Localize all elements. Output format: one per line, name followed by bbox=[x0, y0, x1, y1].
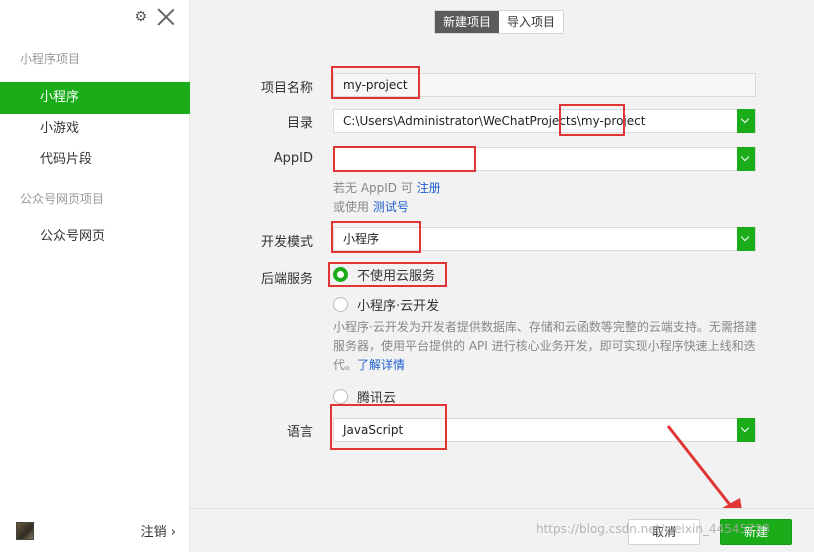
language-value: JavaScript bbox=[343, 423, 404, 437]
radio-tencent-cloud[interactable]: 腾讯云 bbox=[333, 387, 396, 406]
sidebar-top-icons: ⚙ bbox=[134, 8, 175, 26]
footer-bar: 取消 新建 bbox=[190, 508, 814, 552]
project-name-label: 项目名称 bbox=[260, 81, 313, 96]
backend-label: 后端服务 bbox=[260, 272, 313, 287]
sidebar-item-minigame[interactable]: 小游戏 bbox=[0, 113, 190, 145]
project-name-input[interactable]: my-project bbox=[333, 73, 756, 97]
appid-hint-test: 或使用 测试号 bbox=[333, 198, 409, 215]
sidebar-item-miniprogram[interactable]: 小程序 bbox=[0, 82, 190, 114]
dev-mode-value: 小程序 bbox=[343, 232, 380, 246]
directory-label: 目录 bbox=[286, 116, 313, 131]
sidebar-item-code-snippet[interactable]: 代码片段 bbox=[0, 144, 190, 176]
group-title-miniprogram: 小程序项目 bbox=[20, 52, 81, 66]
radio-cloud-dev-label: 小程序·云开发 bbox=[357, 299, 440, 314]
hint-text: 若无 AppID 可 bbox=[333, 181, 417, 195]
radio-unchecked-icon bbox=[333, 297, 348, 312]
learn-more-link[interactable]: 了解详情 bbox=[357, 358, 405, 372]
create-button[interactable]: 新建 bbox=[720, 519, 792, 545]
chevron-down-icon[interactable] bbox=[737, 147, 755, 171]
directory-input[interactable]: C:\Users\Administrator\WeChatProjects\my… bbox=[333, 109, 756, 133]
radio-no-cloud[interactable]: 不使用云服务 bbox=[333, 265, 435, 284]
chevron-down-icon[interactable] bbox=[737, 227, 755, 251]
radio-unchecked-icon bbox=[333, 389, 348, 404]
directory-value: C:\Users\Administrator\WeChatProjects\my… bbox=[343, 114, 646, 128]
dev-mode-select[interactable]: 小程序 bbox=[333, 227, 756, 251]
appid-label: AppID bbox=[273, 151, 313, 166]
radio-tencent-cloud-label: 腾讯云 bbox=[357, 391, 397, 406]
group-title-official-account: 公众号网页项目 bbox=[20, 192, 105, 206]
register-link[interactable]: 注册 bbox=[417, 181, 441, 195]
logout-link[interactable]: 注销 › bbox=[141, 521, 176, 540]
radio-no-cloud-label: 不使用云服务 bbox=[357, 269, 436, 284]
cancel-button[interactable]: 取消 bbox=[628, 519, 700, 545]
tab-import-project[interactable]: 导入项目 bbox=[499, 11, 563, 33]
avatar[interactable] bbox=[16, 522, 34, 540]
hint-text: 或使用 bbox=[333, 200, 373, 214]
test-account-link[interactable]: 测试号 bbox=[373, 200, 409, 214]
appid-input[interactable] bbox=[333, 147, 756, 171]
language-label: 语言 bbox=[286, 425, 313, 440]
chevron-down-icon[interactable] bbox=[737, 109, 755, 133]
tab-new-project[interactable]: 新建项目 bbox=[435, 11, 500, 33]
radio-checked-icon bbox=[333, 267, 348, 282]
project-tabs: 新建项目 导入项目 bbox=[434, 10, 565, 34]
gear-icon[interactable]: ⚙ bbox=[134, 8, 147, 26]
project-name-value: my-project bbox=[343, 78, 408, 92]
dev-mode-label: 开发模式 bbox=[260, 235, 313, 250]
radio-cloud-dev[interactable]: 小程序·云开发 bbox=[333, 295, 439, 314]
main-panel: 新建项目 导入项目 项目名称 my-project 目录 C:\Users\Ad… bbox=[190, 0, 814, 552]
appid-hint-register: 若无 AppID 可 注册 bbox=[333, 179, 441, 196]
sidebar-footer: 注销 › bbox=[0, 508, 190, 552]
sidebar: ⚙ 小程序项目 小程序 小游戏 代码片段 公众号网页项目 公众号网页 注销 › bbox=[0, 0, 190, 552]
cloud-description: 小程序·云开发为开发者提供数据库、存储和云函数等完整的云端支持。无需搭建服务器，… bbox=[333, 318, 759, 375]
close-icon[interactable] bbox=[157, 8, 175, 26]
sidebar-item-official-web[interactable]: 公众号网页 bbox=[0, 221, 190, 253]
